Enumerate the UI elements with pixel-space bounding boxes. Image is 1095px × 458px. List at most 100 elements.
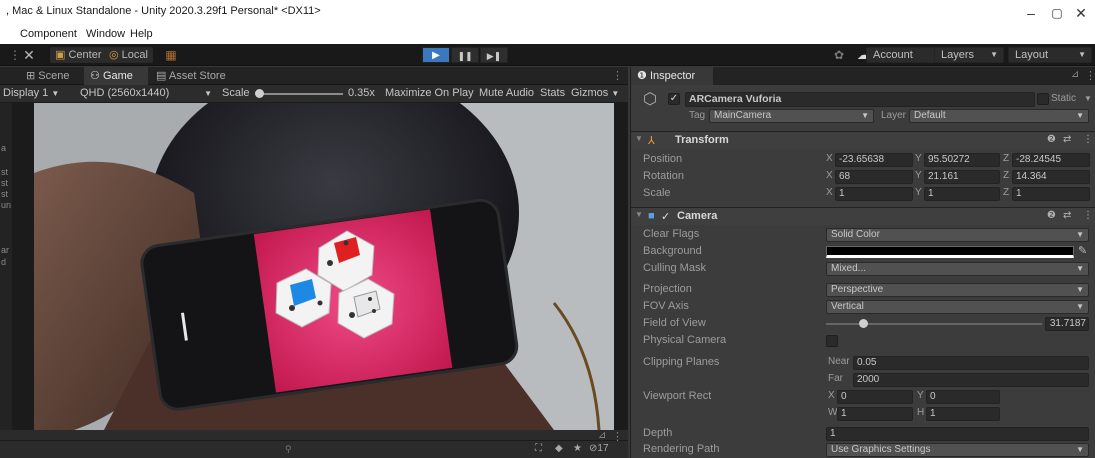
viewport-x-field[interactable]: 0 xyxy=(837,390,913,404)
object-name-field[interactable]: ARCamera Vuforia xyxy=(685,92,1035,107)
help-icon[interactable]: ❷ xyxy=(1047,134,1056,145)
fov-label: Field of View xyxy=(643,317,706,329)
layout-dropdown[interactable]: Layout ▼ xyxy=(1008,47,1092,63)
stats-toggle[interactable]: Stats xyxy=(540,87,565,99)
pause-button[interactable]: ❚❚ xyxy=(451,47,479,63)
scale-y-field[interactable]: 1 xyxy=(924,187,1000,201)
foldout-arrow-icon[interactable]: ▼ xyxy=(635,210,643,219)
camera-icon: ■ xyxy=(648,210,655,222)
star-icon[interactable]: ★ xyxy=(573,443,582,454)
position-x-field[interactable]: -23.65638 xyxy=(835,153,913,167)
close-button[interactable]: ✕ xyxy=(1065,2,1095,24)
grid-snap-icon[interactable]: ▦ xyxy=(160,47,182,63)
resolution-dropdown[interactable]: QHD (2560x1440) ▼ xyxy=(80,87,212,99)
near-clip-field[interactable]: 0.05 xyxy=(853,356,1089,370)
scale-z-field[interactable]: 1 xyxy=(1012,187,1090,201)
component-menu-icon[interactable]: ⋮ xyxy=(1083,134,1093,145)
enabled-checkbox[interactable]: ✓ xyxy=(661,210,670,223)
active-checkbox[interactable]: ✓ xyxy=(668,93,680,105)
axis-x-label: X xyxy=(826,153,833,164)
display-dropdown[interactable]: Display 1 ▼ xyxy=(3,87,59,99)
clear-flags-dropdown[interactable]: Solid Color ▼ xyxy=(826,228,1089,242)
preset-icon[interactable]: ⇄ xyxy=(1063,134,1071,145)
position-row: Position X -23.65638 Y 95.50272 Z -28.24… xyxy=(631,152,1095,168)
step-button[interactable]: ▶❚ xyxy=(480,47,508,63)
projection-dropdown[interactable]: Perspective ▼ xyxy=(826,283,1089,297)
axis-x-label: X xyxy=(828,390,835,401)
scale-slider-knob[interactable] xyxy=(255,89,265,98)
mute-audio-toggle[interactable]: Mute Audio xyxy=(479,87,534,99)
panel-menu-icon[interactable]: ⋮ xyxy=(1085,69,1095,82)
scene-grid-icon: ⊞ xyxy=(26,70,36,82)
foldout-arrow-icon[interactable]: ▼ xyxy=(635,134,643,143)
eyedropper-icon[interactable]: ✎ xyxy=(1078,244,1087,257)
help-icon[interactable]: ❷ xyxy=(1047,210,1056,221)
axis-z-label: Z xyxy=(1003,153,1010,164)
chevron-down-icon[interactable]: ▼ xyxy=(1084,94,1092,103)
fov-axis-dropdown[interactable]: Vertical ▼ xyxy=(826,300,1089,314)
rotation-x-field[interactable]: 68 xyxy=(835,170,913,184)
viewport-y-field[interactable]: 0 xyxy=(926,390,1000,404)
scale-x-field[interactable]: 1 xyxy=(835,187,913,201)
game-camera-view[interactable] xyxy=(34,103,614,430)
position-z-field[interactable]: -28.24545 xyxy=(1012,153,1090,167)
far-clip-field[interactable]: 2000 xyxy=(853,373,1089,387)
tab-scene[interactable]: ⊞ Scene xyxy=(20,67,84,85)
maximize-on-play-toggle[interactable]: Maximize On Play xyxy=(385,87,474,99)
rendering-path-dropdown[interactable]: Use Graphics Settings ▼ xyxy=(826,443,1089,457)
rotation-y-field[interactable]: 21.161 xyxy=(924,170,1000,184)
resolution-label: QHD (2560x1440) xyxy=(80,87,170,99)
pivot-local-button[interactable]: ◎ Local xyxy=(104,47,153,63)
hidden-count[interactable]: ⊘17 xyxy=(589,443,609,454)
physical-camera-checkbox[interactable] xyxy=(826,335,838,347)
tab-asset-store[interactable]: ▤ Asset Store xyxy=(150,67,240,85)
culling-mask-dropdown[interactable]: Mixed... ▼ xyxy=(826,262,1089,276)
chevron-down-icon: ▼ xyxy=(1076,285,1084,294)
culling-mask-row: Culling Mask Mixed... ▼ xyxy=(631,261,1095,277)
component-menu-icon[interactable]: ⋮ xyxy=(1083,210,1093,221)
pivot-center-button[interactable]: ▣ Center xyxy=(50,47,107,63)
menu-component[interactable]: Component xyxy=(20,28,77,40)
tab-inspector[interactable]: ❶ Inspector xyxy=(631,67,713,85)
tag-icon[interactable]: ◆ xyxy=(555,443,563,454)
position-y-field[interactable]: 95.50272 xyxy=(924,153,1000,167)
fov-slider-knob[interactable] xyxy=(858,319,868,328)
tab-menu-icon[interactable]: ⋮ xyxy=(612,69,623,82)
transform-component-header[interactable]: ▼ ⅄ Transform ❷ ⇄ ⋮ xyxy=(631,131,1095,149)
layers-dropdown[interactable]: Layers ▼ xyxy=(934,47,1004,63)
pivot-center-label: Center xyxy=(68,49,102,61)
panel-menu-icon[interactable]: ⋮ xyxy=(612,430,623,443)
tab-game[interactable]: ⚇ Game xyxy=(84,67,148,85)
scale-slider[interactable] xyxy=(255,85,343,103)
viewport-w-field[interactable]: 1 xyxy=(837,407,913,421)
fov-slider[interactable] xyxy=(826,316,1042,332)
play-button[interactable]: ▶ xyxy=(422,47,450,63)
background-color-swatch[interactable] xyxy=(826,246,1074,258)
gizmos-toggle[interactable]: Gizmos ▼ xyxy=(571,87,619,99)
hierarchy-icon[interactable]: ⛶ xyxy=(535,443,542,454)
rotation-z-field[interactable]: 14.364 xyxy=(1012,170,1090,184)
menu-window[interactable]: Window xyxy=(86,28,125,40)
collab-icon[interactable]: ✿ xyxy=(828,47,850,63)
lock-icon[interactable]: ⊿ xyxy=(598,430,606,441)
viewport-rect-row: Viewport Rect X 0 Y 0 xyxy=(631,389,1095,405)
viewport-h-field[interactable]: 1 xyxy=(926,407,1000,421)
scale-slider-track xyxy=(255,93,343,95)
static-checkbox[interactable] xyxy=(1037,93,1049,105)
lock-icon[interactable]: ⊿ xyxy=(1071,69,1079,80)
fov-axis-label: FOV Axis xyxy=(643,300,689,312)
transform-tools-icon[interactable]: ✕ xyxy=(18,47,40,63)
depth-field[interactable]: 1 xyxy=(826,427,1089,441)
strip-text: ar xyxy=(1,245,10,255)
preset-icon[interactable]: ⇄ xyxy=(1063,210,1071,221)
menu-help[interactable]: Help xyxy=(130,28,153,40)
camera-component-header[interactable]: ▼ ■ ✓ Camera ❷ ⇄ ⋮ xyxy=(631,207,1095,225)
strip-text: d xyxy=(1,257,7,267)
layout-label: Layout xyxy=(1015,49,1049,61)
field-of-view-row: Field of View 31.7187 xyxy=(631,316,1095,332)
layer-dropdown[interactable]: Default ▼ xyxy=(909,109,1089,123)
tag-dropdown[interactable]: MainCamera ▼ xyxy=(709,109,874,123)
fov-value-field[interactable]: 31.7187 xyxy=(1045,317,1089,331)
near-label: Near xyxy=(828,356,850,367)
search-icon[interactable]: ⚲ xyxy=(285,444,292,455)
